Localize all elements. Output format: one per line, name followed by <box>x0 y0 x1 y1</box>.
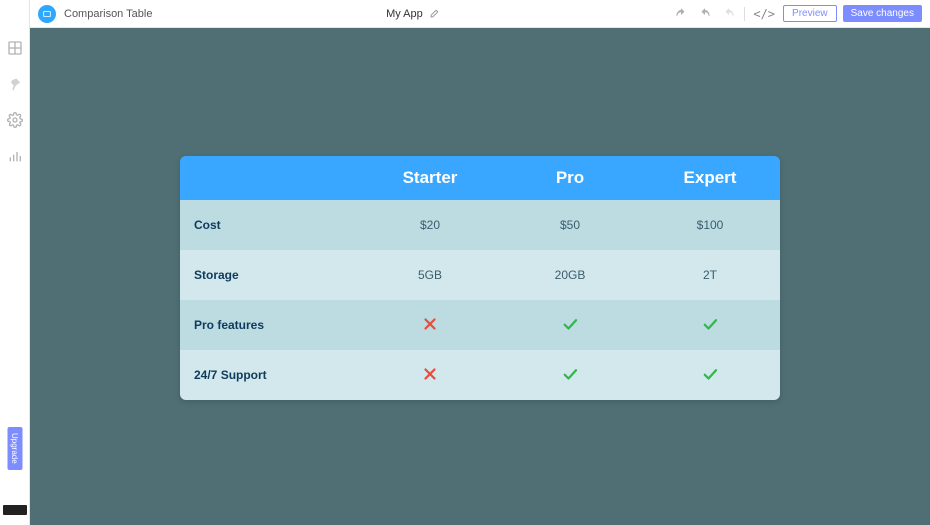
row-value <box>360 365 500 386</box>
row-value: $20 <box>360 218 500 232</box>
header-col-1: Pro <box>500 156 640 200</box>
save-button[interactable]: Save changes <box>843 5 922 22</box>
row-value <box>500 365 640 386</box>
check-icon <box>701 365 719 383</box>
table-body: Cost$20$50$100Storage5GB20GB2TPro featur… <box>180 200 780 400</box>
header-empty-cell <box>180 156 360 200</box>
check-icon <box>561 365 579 383</box>
undo-icon[interactable] <box>672 5 690 23</box>
upgrade-button[interactable]: Upgrade <box>7 427 22 470</box>
editor-canvas[interactable]: Starter Pro Expert Cost$20$50$100Storage… <box>30 28 930 525</box>
preview-button[interactable]: Preview <box>783 5 837 22</box>
stats-icon[interactable] <box>5 146 25 166</box>
row-value <box>360 315 500 336</box>
row-label: Cost <box>180 218 360 232</box>
row-label: Storage <box>180 268 360 282</box>
header-col-0: Starter <box>360 156 500 200</box>
left-sidebar: Upgrade <box>0 0 30 525</box>
row-label: Pro features <box>180 318 360 332</box>
table-row: Storage5GB20GB2T <box>180 250 780 300</box>
row-value <box>500 315 640 336</box>
top-toolbar: Comparison Table My App </> Preview Save… <box>30 0 930 28</box>
table-row: 24/7 Support <box>180 350 780 400</box>
row-value: $50 <box>500 218 640 232</box>
main-area: Comparison Table My App </> Preview Save… <box>30 0 930 525</box>
toolbar-divider <box>744 7 745 21</box>
table-row: Pro features <box>180 300 780 350</box>
cross-icon <box>421 365 439 383</box>
row-value: 2T <box>640 268 780 282</box>
redo-icon[interactable] <box>696 5 714 23</box>
layout-icon[interactable] <box>5 38 25 58</box>
row-value: 5GB <box>360 268 500 282</box>
row-value <box>640 365 780 386</box>
header-col-2: Expert <box>640 156 780 200</box>
page-title: Comparison Table <box>64 8 152 20</box>
app-name-label: My App <box>386 8 423 20</box>
redo-disabled-icon <box>720 5 738 23</box>
comparison-table: Starter Pro Expert Cost$20$50$100Storage… <box>180 156 780 400</box>
pencil-icon <box>429 9 439 19</box>
row-label: 24/7 Support <box>180 368 360 382</box>
row-value: 20GB <box>500 268 640 282</box>
row-value <box>640 315 780 336</box>
logo-badge-icon[interactable] <box>38 5 56 23</box>
table-header-row: Starter Pro Expert <box>180 156 780 200</box>
bottom-widget-icon[interactable] <box>3 505 27 515</box>
code-icon[interactable]: </> <box>751 7 777 21</box>
app-name-editor[interactable]: My App <box>386 8 439 20</box>
check-icon <box>561 315 579 333</box>
check-icon <box>701 315 719 333</box>
row-value: $100 <box>640 218 780 232</box>
cross-icon <box>421 315 439 333</box>
table-row: Cost$20$50$100 <box>180 200 780 250</box>
gear-icon[interactable] <box>5 110 25 130</box>
pin-icon[interactable] <box>5 74 25 94</box>
